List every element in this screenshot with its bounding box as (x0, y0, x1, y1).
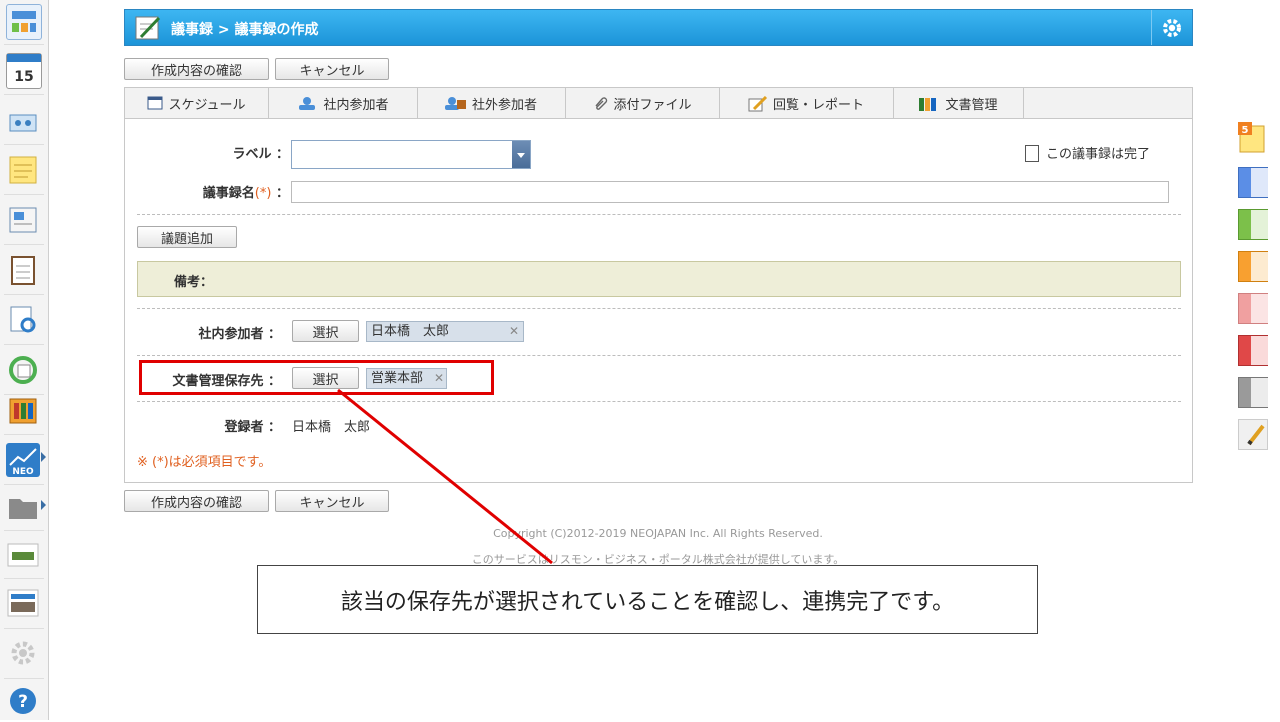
participant-chip: 日本橋 太郎 ✕ (366, 321, 524, 342)
svg-text:5: 5 (1242, 125, 1249, 136)
help-icon[interactable]: ? (6, 684, 40, 718)
calendar-icon (147, 96, 163, 110)
svg-text:15: 15 (14, 69, 33, 85)
confirm-button-bottom[interactable]: 作成内容の確認 (124, 490, 269, 512)
news-banner-icon[interactable] (6, 586, 40, 620)
remarks-label: 備考： (174, 275, 214, 290)
settings-button[interactable] (1151, 10, 1192, 45)
svg-text:?: ? (18, 692, 28, 712)
color-tab-red[interactable] (1238, 335, 1268, 366)
page-title: 議事録 > 議事録の作成 (171, 22, 319, 38)
tab-bar: スケジュール 社内参加者 社外参加者 添付ファイル 回覧・レポート 文書管理 (124, 87, 1193, 119)
color-tab-pink[interactable] (1238, 293, 1268, 324)
page-header: 議事録 > 議事録の作成 (124, 9, 1193, 46)
select-internal-participants-button[interactable]: 選択 (292, 320, 359, 342)
app-rail: 15 NEO ? (0, 0, 49, 720)
tab-label: 添付ファイル (613, 97, 692, 113)
color-tab-green[interactable] (1238, 209, 1268, 240)
confirm-button-top[interactable]: 作成内容の確認 (124, 58, 269, 80)
internal-participants-label: 社内参加者 ： (198, 327, 281, 342)
facility-icon[interactable] (6, 103, 40, 137)
paperclip-icon (592, 96, 608, 110)
gear-icon[interactable] (6, 636, 40, 670)
folder-icon[interactable] (6, 490, 40, 524)
label-select[interactable] (291, 140, 531, 169)
complete-checkbox[interactable] (1025, 145, 1039, 162)
tab-label: 回覧・レポート (772, 97, 864, 113)
complete-checkbox-label: この議事録は完了 (1046, 147, 1151, 162)
calendar-icon[interactable]: 15 (6, 53, 42, 89)
binder-icon (918, 96, 940, 111)
workflow-icon[interactable] (6, 353, 40, 387)
tab-schedule[interactable]: スケジュール (125, 88, 269, 118)
color-tab-orange[interactable] (1238, 251, 1268, 282)
minutes-edit-icon (135, 15, 162, 40)
pencil-icon[interactable] (1238, 419, 1268, 450)
callout-message: 該当の保存先が選択されていることを確認し、連携完了です。 (257, 565, 1038, 634)
required-note: ※ (*)は必須項目です。 (137, 455, 272, 470)
remove-icon[interactable]: ✕ (509, 322, 519, 341)
callout-arrow (337, 388, 553, 565)
tab-label: 文書管理 (945, 97, 998, 113)
required-mark: (*) (254, 186, 272, 201)
tab-label: スケジュール (168, 97, 246, 113)
color-tab-blue[interactable] (1238, 167, 1268, 198)
tab-label: 社外参加者 (471, 97, 537, 113)
edit-icon (748, 95, 768, 112)
participant-name: 日本橋 太郎 (371, 324, 450, 339)
tab-attachments[interactable]: 添付ファイル (565, 88, 720, 118)
external-user-icon (444, 96, 467, 110)
name-field-label: 議事録名(*) ： (165, 182, 289, 201)
dropdown-arrow-icon (512, 141, 530, 168)
memo-icon[interactable] (6, 153, 40, 187)
name-field-text: 議事録名 (202, 186, 255, 201)
neo-icon[interactable]: NEO (6, 443, 40, 477)
user-icon (296, 96, 318, 110)
tab-label: 社内参加者 (323, 97, 389, 113)
tab-circulation-report[interactable]: 回覧・レポート (719, 88, 894, 118)
service-banner-icon[interactable] (6, 538, 40, 572)
search-doc-icon[interactable] (6, 303, 40, 337)
portal-icon[interactable] (6, 4, 42, 40)
binder-icon[interactable] (6, 393, 40, 427)
gear-icon (1163, 19, 1181, 37)
sticky-notes-icon[interactable]: 5 (1238, 122, 1268, 156)
clipboard-icon[interactable] (6, 253, 40, 287)
tab-document-management[interactable]: 文書管理 (893, 88, 1024, 118)
cancel-button-top[interactable]: キャンセル (275, 58, 389, 80)
registrant-label: 登録者 ： (224, 420, 281, 435)
colon: ： (275, 186, 289, 201)
label-field-label: ラベル ： (232, 147, 289, 162)
minutes-form: ラベル ： この議事録は完了 議事録名(*) ： 議題追加 備考： 社内参加者 … (124, 119, 1193, 483)
tab-internal-participants[interactable]: 社内参加者 (268, 88, 418, 118)
remarks-section: 備考： (137, 261, 1181, 297)
tab-external-participants[interactable]: 社外参加者 (417, 88, 566, 118)
bulletin-icon[interactable] (6, 203, 40, 237)
svg-text:NEO: NEO (12, 467, 34, 477)
add-topic-button[interactable]: 議題追加 (137, 226, 237, 248)
minutes-name-input[interactable] (291, 181, 1169, 203)
color-tab-gray[interactable] (1238, 377, 1268, 408)
